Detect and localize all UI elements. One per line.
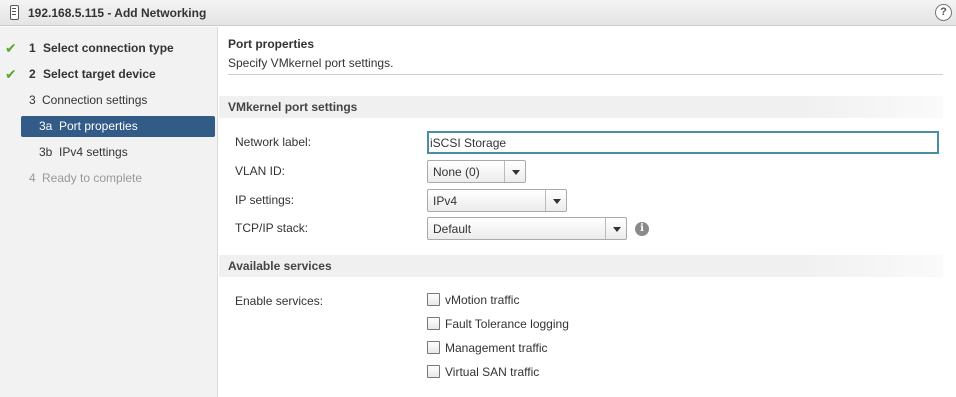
network-label-label: Network label:	[235, 135, 312, 149]
host-server-icon	[10, 5, 19, 20]
check-icon: ✔	[5, 40, 17, 56]
step-label: Select target device	[43, 67, 156, 81]
vlan-id-label: VLAN ID:	[235, 164, 286, 178]
checkbox-box[interactable]	[427, 317, 440, 330]
step-number: 3	[29, 93, 36, 107]
step-label: Connection settings	[42, 93, 148, 107]
vlan-id-value: None (0)	[433, 165, 480, 179]
step-label: Port properties	[59, 119, 138, 133]
step-label: Ready to complete	[42, 171, 143, 185]
step-select-connection-type[interactable]: ✔ 1 Select connection type	[0, 37, 218, 59]
help-icon[interactable]: ?	[935, 4, 952, 21]
checkbox-label: Management traffic	[445, 341, 548, 355]
step-connection-settings[interactable]: 3 Connection settings	[0, 89, 218, 111]
step-number: 1	[29, 41, 36, 55]
checkbox-box[interactable]	[427, 365, 440, 378]
main-content: Port properties Specify VMkernel port se…	[219, 27, 956, 397]
tcpip-stack-select[interactable]: Default	[427, 217, 627, 240]
chevron-down-icon	[504, 161, 525, 182]
header-divider	[228, 74, 943, 75]
info-icon[interactable]: i	[635, 222, 649, 236]
vlan-id-select[interactable]: None (0)	[427, 160, 526, 183]
chevron-down-icon	[605, 218, 626, 239]
step-port-properties[interactable]: 3a Port properties	[21, 116, 215, 137]
step-number: 4	[29, 171, 36, 185]
network-label-input[interactable]	[427, 131, 939, 154]
wizard-steps-nav: ✔ 1 Select connection type ✔ 2 Select ta…	[0, 27, 218, 397]
checkbox-label: vMotion traffic	[445, 293, 520, 307]
section-header-available-services: Available services	[219, 255, 943, 277]
ip-settings-label: IP settings:	[235, 193, 295, 207]
step-number: 3b	[39, 145, 53, 159]
page-title: Port properties	[228, 37, 315, 51]
step-label: Select connection type	[43, 41, 174, 55]
section-header-vmkernel-port-settings: VMkernel port settings	[219, 96, 943, 118]
chevron-down-icon	[545, 190, 566, 211]
step-ipv4-settings[interactable]: 3b IPv4 settings	[0, 141, 218, 163]
enable-services-label: Enable services:	[235, 294, 324, 308]
page-subtitle: Specify VMkernel port settings.	[228, 56, 394, 70]
window-title: 192.168.5.115 - Add Networking	[28, 6, 207, 20]
checkbox-box[interactable]	[427, 341, 440, 354]
tcpip-stack-value: Default	[433, 222, 472, 236]
tcpip-stack-label: TCP/IP stack:	[235, 221, 309, 235]
check-icon: ✔	[5, 66, 17, 82]
step-ready-to-complete: 4 Ready to complete	[0, 167, 218, 189]
step-select-target-device[interactable]: ✔ 2 Select target device	[0, 63, 218, 85]
ip-settings-value: IPv4	[433, 194, 458, 208]
step-number: 3a	[39, 119, 53, 133]
checkbox-label: Virtual SAN traffic	[445, 365, 540, 379]
checkbox-label: Fault Tolerance logging	[445, 317, 569, 331]
ip-settings-select[interactable]: IPv4	[427, 189, 567, 212]
window-titlebar: 192.168.5.115 - Add Networking ?	[0, 0, 956, 26]
step-number: 2	[29, 67, 36, 81]
checkbox-box[interactable]	[427, 293, 440, 306]
step-label: IPv4 settings	[59, 145, 128, 159]
